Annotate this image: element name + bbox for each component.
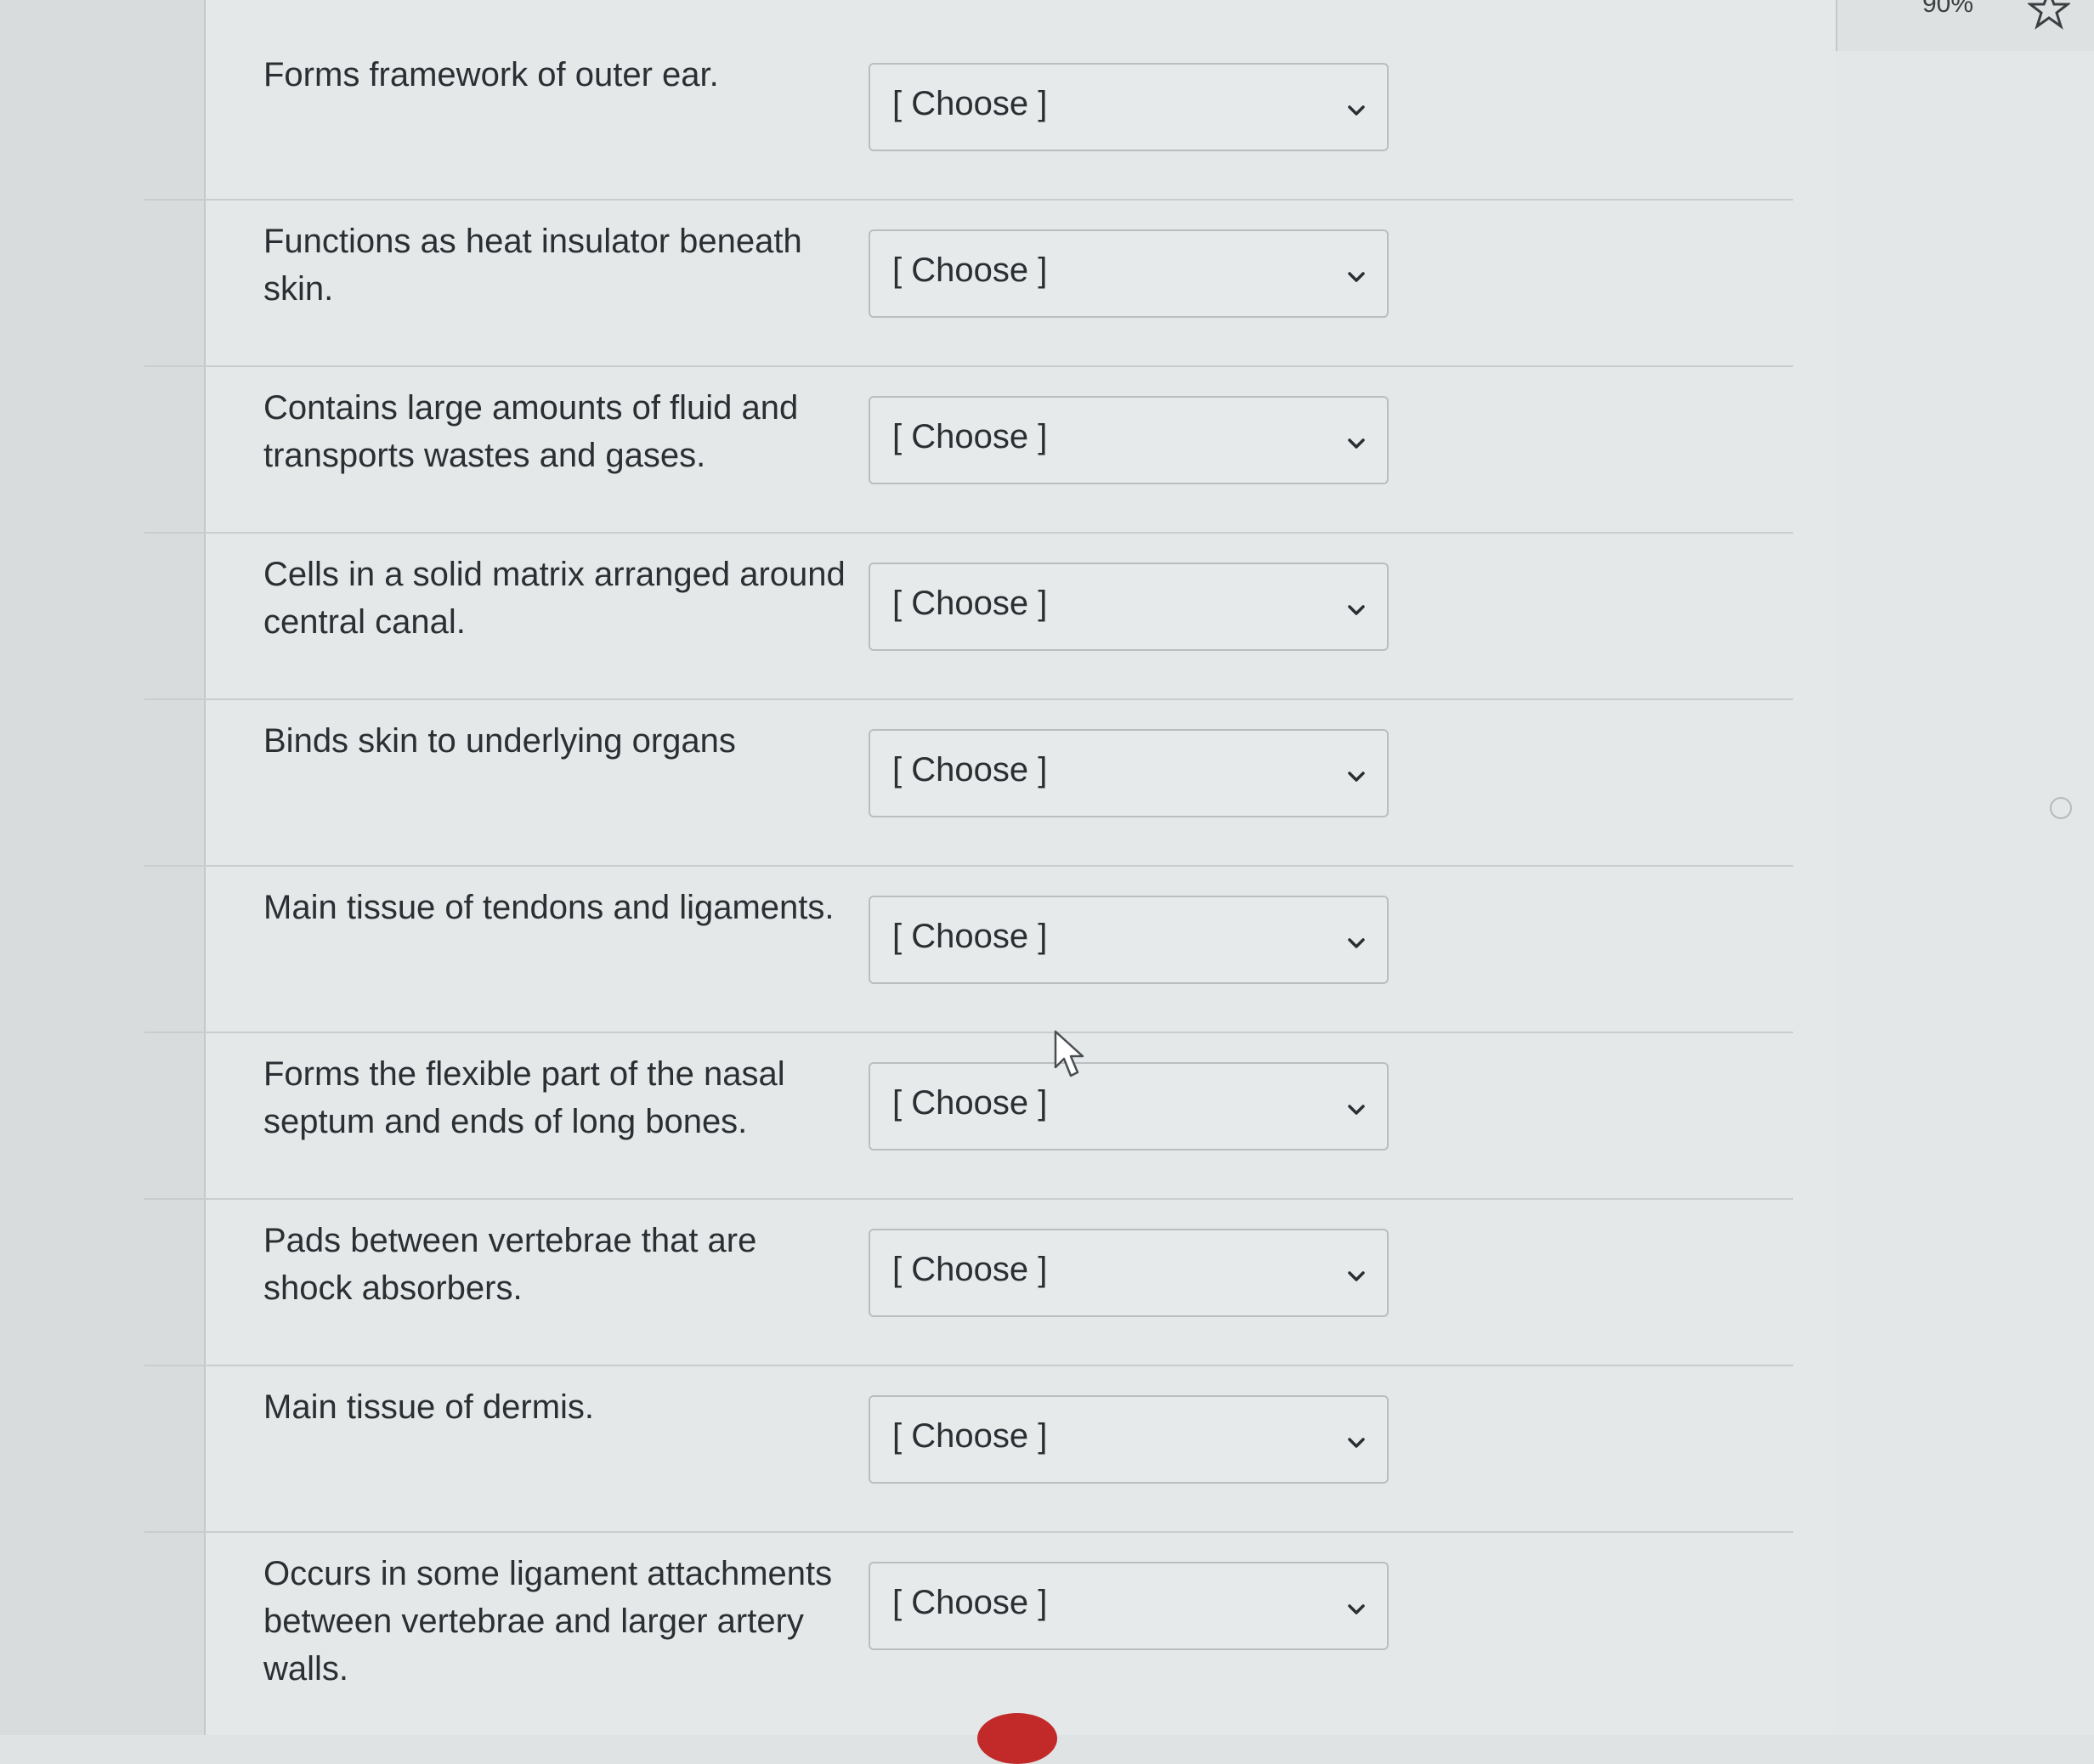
- question-row: Contains large amounts of fluid and tran…: [144, 367, 1793, 534]
- question-prompt: Occurs in some ligament attachments betw…: [263, 1555, 833, 1688]
- question-row: Cells in a solid matrix arranged around …: [144, 534, 1793, 700]
- chevron-down-icon: [1348, 1105, 1365, 1115]
- chevron-down-icon: [1348, 772, 1365, 782]
- dropdown-value: [ Choose ]: [892, 751, 1048, 789]
- question-row: Occurs in some ligament attachments betw…: [144, 1533, 1793, 1754]
- answer-dropdown[interactable]: [ Choose ]: [869, 729, 1389, 817]
- chevron-down-icon: [1348, 938, 1365, 948]
- answer-dropdown[interactable]: [ Choose ]: [869, 1395, 1389, 1484]
- answer-dropdown[interactable]: [ Choose ]: [869, 1062, 1389, 1151]
- dropdown-value: [ Choose ]: [892, 918, 1048, 955]
- question-prompt: Forms the flexible part of the nasal sep…: [263, 1055, 785, 1140]
- question-row: Forms the flexible part of the nasal sep…: [144, 1033, 1793, 1200]
- chevron-down-icon: [1348, 1438, 1365, 1448]
- question-row: Functions as heat insulator beneath skin…: [144, 201, 1793, 367]
- answer-dropdown[interactable]: [ Choose ]: [869, 1229, 1389, 1317]
- answer-dropdown[interactable]: [ Choose ]: [869, 63, 1389, 151]
- question-row: Main tissue of tendons and ligaments. [ …: [144, 867, 1793, 1033]
- question-prompt: Functions as heat insulator beneath skin…: [263, 223, 802, 308]
- dropdown-value: [ Choose ]: [892, 1417, 1048, 1455]
- chevron-down-icon: [1348, 105, 1365, 116]
- chevron-down-icon: [1348, 272, 1365, 282]
- question-prompt: Cells in a solid matrix arranged around …: [263, 556, 846, 641]
- right-margin: [1834, 51, 2094, 1735]
- mouse-cursor-icon: [1054, 1030, 1084, 1077]
- answer-dropdown[interactable]: [ Choose ]: [869, 563, 1389, 651]
- question-prompt: Binds skin to underlying organs: [263, 722, 736, 760]
- question-prompt: Main tissue of dermis.: [263, 1388, 595, 1426]
- question-row: Binds skin to underlying organs [ Choose…: [144, 700, 1793, 867]
- dropdown-value: [ Choose ]: [892, 1584, 1048, 1621]
- dropdown-value: [ Choose ]: [892, 252, 1048, 289]
- radio-indicator: [2050, 797, 2072, 819]
- question-prompt: Main tissue of tendons and ligaments.: [263, 889, 835, 926]
- chevron-down-icon: [1348, 1604, 1365, 1614]
- chevron-down-icon: [1348, 438, 1365, 449]
- dropdown-value: [ Choose ]: [892, 85, 1048, 122]
- dropdown-value: [ Choose ]: [892, 585, 1048, 622]
- question-row: Forms framework of outer ear. [ Choose ]: [144, 34, 1793, 201]
- zoom-level[interactable]: 90%: [1922, 0, 1973, 19]
- chevron-down-icon: [1348, 1271, 1365, 1281]
- dropdown-value: [ Choose ]: [892, 1251, 1048, 1288]
- dropdown-value: [ Choose ]: [892, 1084, 1048, 1122]
- answer-dropdown[interactable]: [ Choose ]: [869, 229, 1389, 318]
- floating-action-button[interactable]: [977, 1713, 1057, 1764]
- question-row: Main tissue of dermis. [ Choose ]: [144, 1366, 1793, 1533]
- question-prompt: Forms framework of outer ear.: [263, 56, 719, 93]
- dropdown-value: [ Choose ]: [892, 418, 1048, 455]
- answer-dropdown[interactable]: [ Choose ]: [869, 1562, 1389, 1650]
- question-prompt: Contains large amounts of fluid and tran…: [263, 389, 799, 474]
- star-icon[interactable]: [2028, 0, 2070, 31]
- answer-dropdown[interactable]: [ Choose ]: [869, 896, 1389, 984]
- question-row: Pads between vertebrae that are shock ab…: [144, 1200, 1793, 1366]
- answer-dropdown[interactable]: [ Choose ]: [869, 396, 1389, 484]
- question-prompt: Pads between vertebrae that are shock ab…: [263, 1222, 757, 1307]
- chevron-down-icon: [1348, 605, 1365, 615]
- question-list: Forms framework of outer ear. [ Choose ]…: [144, 34, 1793, 1754]
